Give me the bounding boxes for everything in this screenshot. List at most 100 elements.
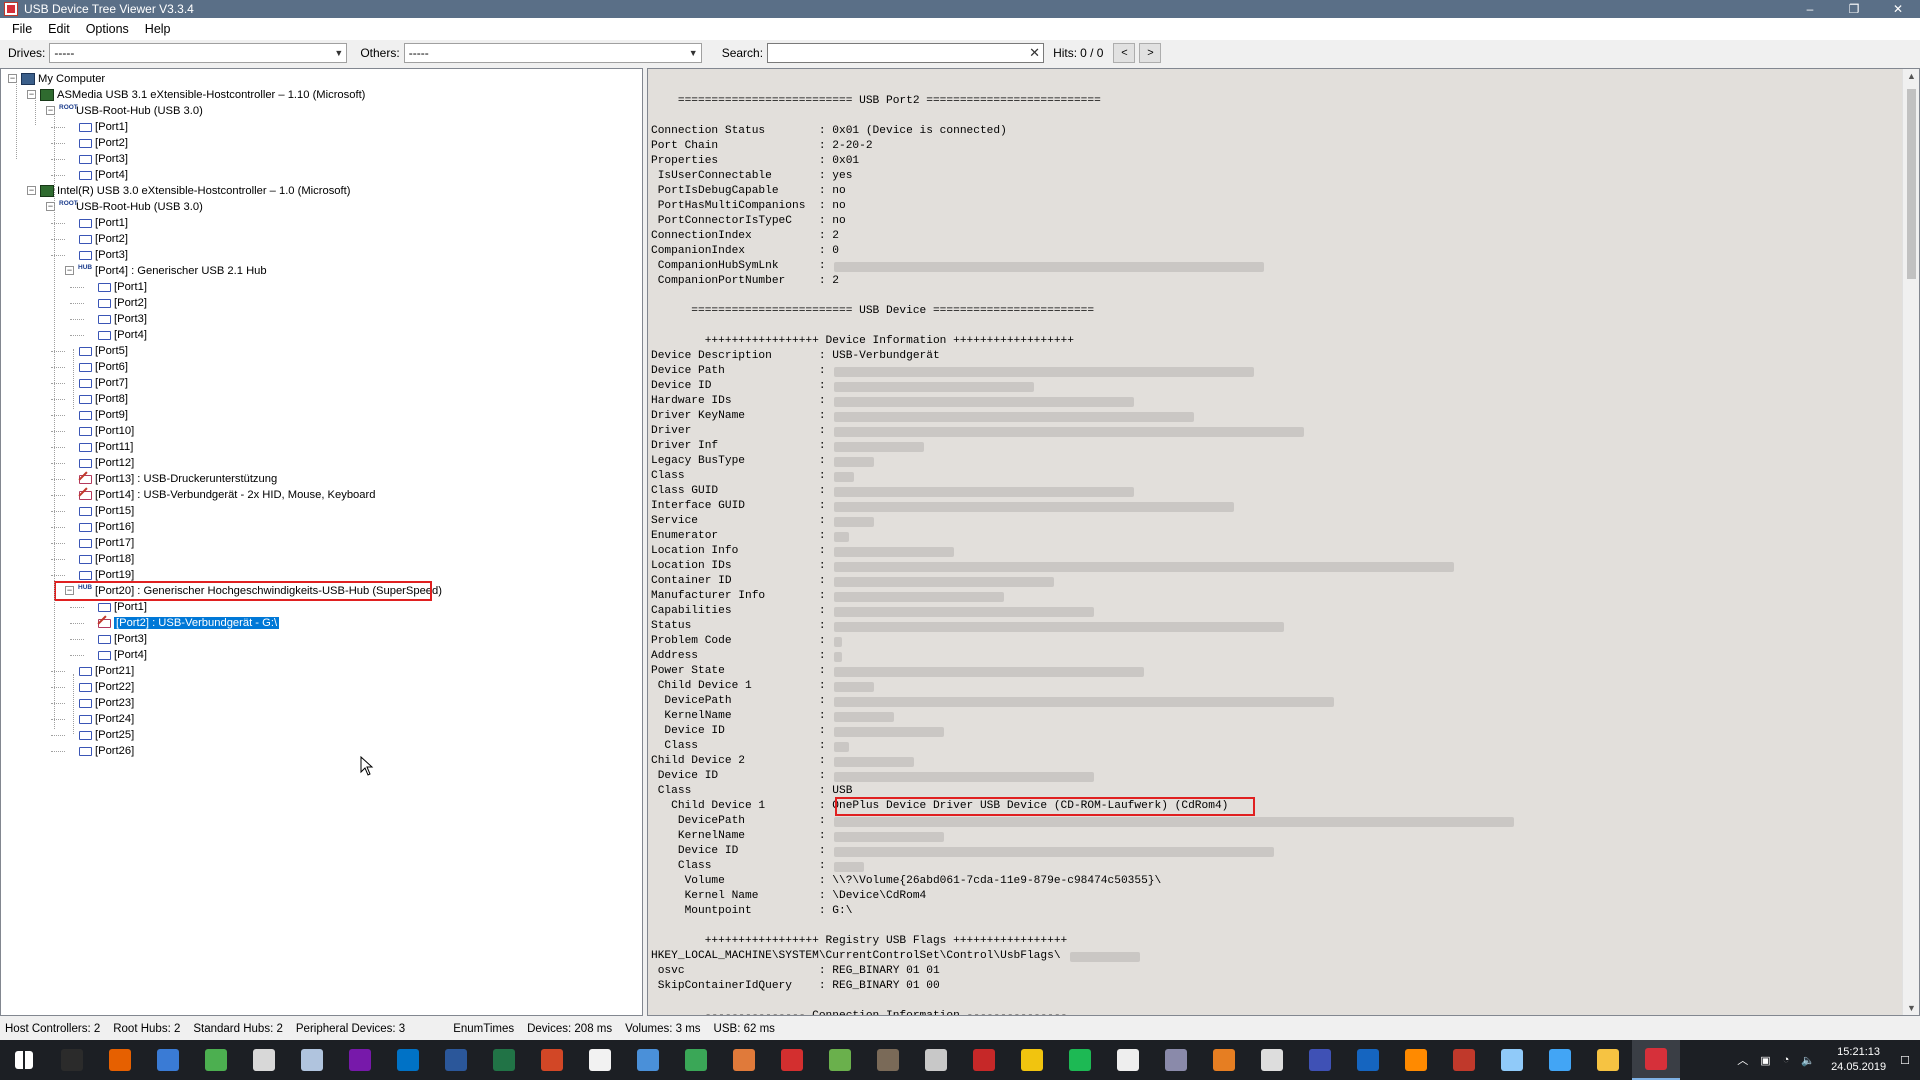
search-input[interactable] <box>768 44 1019 62</box>
menu-help[interactable]: Help <box>137 22 179 36</box>
tree-item[interactable]: [Port25] <box>78 727 134 743</box>
tree-item[interactable]: [Port15] <box>78 503 134 519</box>
taskbar-button[interactable] <box>960 1040 1008 1080</box>
drives-dropdown[interactable]: ----- ▼ <box>49 43 348 63</box>
taskbar-button[interactable] <box>912 1040 960 1080</box>
menu-edit[interactable]: Edit <box>40 22 78 36</box>
taskbar-button[interactable] <box>1248 1040 1296 1080</box>
taskbar-button[interactable] <box>1152 1040 1200 1080</box>
taskbar-button[interactable] <box>1584 1040 1632 1080</box>
tree-item[interactable]: ASMedia USB 3.1 eXtensible-Hostcontrolle… <box>40 87 365 103</box>
tree-item[interactable]: [Port24] <box>78 711 134 727</box>
details-pane[interactable]: ========================== USB Port2 ===… <box>647 68 1920 1016</box>
next-hit-button[interactable]: > <box>1139 43 1162 63</box>
device-tree[interactable]: − My Computer − ASMedia USB 3.1 eXtensible-… <box>0 68 643 1016</box>
taskbar-button[interactable] <box>1632 1040 1680 1080</box>
taskbar-button[interactable] <box>528 1040 576 1080</box>
tree-item[interactable]: [Port5] <box>78 343 128 359</box>
taskbar-button[interactable] <box>0 1040 48 1080</box>
tree-item[interactable]: [Port6] <box>78 359 128 375</box>
tree-item[interactable]: [Port2] <box>97 295 147 311</box>
taskbar-button[interactable] <box>432 1040 480 1080</box>
clear-search-icon[interactable]: ✕ <box>1029 45 1040 61</box>
taskbar-button[interactable] <box>816 1040 864 1080</box>
taskbar-button[interactable] <box>768 1040 816 1080</box>
tree-item[interactable]: [Port1] <box>78 215 128 231</box>
tree-item[interactable]: Intel(R) USB 3.0 eXtensible-Hostcontroll… <box>40 183 350 199</box>
taskbar-button[interactable] <box>1392 1040 1440 1080</box>
tree-item[interactable]: [Port13] : USB-Druckerunterstützung <box>78 471 277 487</box>
taskbar-button[interactable] <box>96 1040 144 1080</box>
tree-item[interactable]: [Port21] <box>78 663 134 679</box>
taskbar-button[interactable] <box>624 1040 672 1080</box>
tree-item[interactable]: [Port10] <box>78 423 134 439</box>
maximize-button[interactable]: ❐ <box>1832 0 1876 18</box>
tray-chevron-up-icon[interactable]: ︿ <box>1737 1052 1748 1068</box>
tree-item[interactable]: [Port12] <box>78 455 134 471</box>
taskbar-button[interactable] <box>240 1040 288 1080</box>
taskbar-button[interactable] <box>480 1040 528 1080</box>
clock[interactable]: 15:21:13 24.05.2019 <box>1831 1045 1886 1075</box>
menu-options[interactable]: Options <box>78 22 137 36</box>
tree-item[interactable]: [Port16] <box>78 519 134 535</box>
scroll-down-icon[interactable]: ▼ <box>1907 1003 1916 1013</box>
collapse-toggle[interactable]: − <box>27 186 36 195</box>
notification-icon[interactable]: ☐ <box>1900 1054 1910 1067</box>
taskbar-button[interactable] <box>1344 1040 1392 1080</box>
taskbar-button[interactable] <box>144 1040 192 1080</box>
tray-wifi-icon[interactable]: ◔ <box>1783 1054 1790 1066</box>
others-dropdown[interactable]: ----- ▼ <box>403 43 702 63</box>
taskbar-button[interactable] <box>864 1040 912 1080</box>
collapse-toggle[interactable]: − <box>65 266 74 275</box>
tree-item[interactable]: [Port3] <box>78 151 128 167</box>
tree-item[interactable]: [Port22] <box>78 679 134 695</box>
taskbar-button[interactable] <box>1440 1040 1488 1080</box>
tree-item[interactable]: [Port1] <box>97 279 147 295</box>
tray-volume-icon[interactable]: 🔈 <box>1801 1054 1815 1067</box>
tree-item[interactable]: [Port3] <box>78 247 128 263</box>
taskbar-button[interactable] <box>1296 1040 1344 1080</box>
taskbar-button[interactable] <box>1008 1040 1056 1080</box>
tree-item[interactable]: [Port2] <box>78 135 128 151</box>
close-button[interactable]: ✕ <box>1876 0 1920 18</box>
tree-item[interactable]: [Port9] <box>78 407 128 423</box>
tree-item[interactable]: [Port23] <box>78 695 134 711</box>
tree-item[interactable]: [Port4] <box>97 327 147 343</box>
tree-item[interactable]: [Port8] <box>78 391 128 407</box>
taskbar-button[interactable] <box>576 1040 624 1080</box>
minimize-button[interactable]: – <box>1788 0 1832 18</box>
tree-item[interactable]: [Port7] <box>78 375 128 391</box>
taskbar-button[interactable] <box>1536 1040 1584 1080</box>
tree-item[interactable]: [Port1] <box>97 599 147 615</box>
taskbar-button[interactable] <box>672 1040 720 1080</box>
tree-item[interactable]: [Port18] <box>78 551 134 567</box>
tree-item[interactable]: [Port3] <box>97 311 147 327</box>
taskbar-button[interactable] <box>1200 1040 1248 1080</box>
taskbar-button[interactable] <box>1056 1040 1104 1080</box>
taskbar-button[interactable] <box>288 1040 336 1080</box>
tree-item[interactable]: [Port11] <box>78 439 133 455</box>
taskbar-button[interactable] <box>192 1040 240 1080</box>
tree-item[interactable]: [Port26] <box>78 743 134 759</box>
tree-item[interactable]: [Port4] <box>97 647 147 663</box>
taskbar-button[interactable] <box>1104 1040 1152 1080</box>
tree-item[interactable]: ROOT USB-Root-Hub (USB 3.0) <box>59 199 203 215</box>
tray-network-icon[interactable]: ▣ <box>1760 1054 1770 1067</box>
previous-hit-button[interactable]: < <box>1113 43 1136 63</box>
tree-item[interactable]: ROOT USB-Root-Hub (USB 3.0) <box>59 103 203 119</box>
scroll-thumb[interactable] <box>1907 89 1916 279</box>
taskbar-button[interactable] <box>48 1040 96 1080</box>
tree-item[interactable]: My Computer <box>21 71 105 87</box>
tree-item[interactable]: [Port17] <box>78 535 134 551</box>
tree-item[interactable]: [Port3] <box>97 631 147 647</box>
tree-item[interactable]: [Port1] <box>78 119 128 135</box>
menu-file[interactable]: File <box>4 22 40 36</box>
tree-item[interactable]: HUB [Port4] : Generischer USB 2.1 Hub <box>78 263 267 279</box>
taskbar-button[interactable] <box>384 1040 432 1080</box>
tree-item[interactable]: [Port2] : USB-Verbundgerät - G:\ <box>97 615 280 631</box>
tree-item[interactable]: [Port4] <box>78 167 128 183</box>
vertical-scrollbar[interactable]: ▲ ▼ <box>1902 69 1919 1015</box>
taskbar-button[interactable] <box>336 1040 384 1080</box>
tree-item[interactable]: [Port14] : USB-Verbundgerät - 2x HID, Mo… <box>78 487 375 503</box>
scroll-up-icon[interactable]: ▲ <box>1907 71 1916 81</box>
